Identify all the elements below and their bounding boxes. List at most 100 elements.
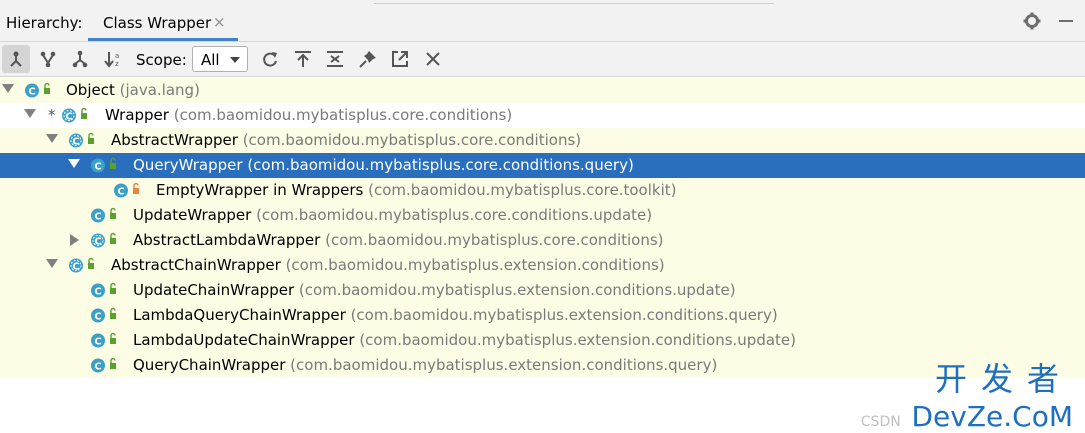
search-field-edge [374,0,774,4]
package-name: (com.baomidou.mybatisplus.extension.cond… [290,356,718,374]
expand-all-icon [327,51,343,67]
class-icon: C [91,157,116,173]
scope-value: All [201,51,220,69]
class-icon: C [91,307,116,323]
watermark-cn: 开发者 [934,360,1073,398]
minimize-icon[interactable] [1055,10,1077,32]
package-name: (com.baomidou.mybatisplus.core.condition… [173,106,513,124]
tree-row-update-wrapper[interactable]: C UpdateWrapper (com.baomidou.mybatisplu… [0,203,1085,228]
package-name: (com.baomidou.mybatisplus.core.condition… [247,156,634,174]
tree-row-wrapper[interactable]: * C Wrapper (com.baomidou.mybatisplus.co… [0,103,1085,128]
package-name: (com.baomidou.mybatisplus.core.condition… [256,206,653,224]
class-name: Object [66,81,115,99]
package-name: (com.baomidou.mybatisplus.core.condition… [242,131,582,149]
class-icon: C [91,207,116,223]
close-hierarchy-button[interactable] [419,45,447,73]
tab-title: Class Wrapper [103,14,212,32]
expand-toggle[interactable] [46,259,58,268]
abstract-class-icon: C [69,132,94,148]
subtypes-button[interactable] [66,45,94,73]
svg-text:C: C [94,162,101,173]
package-name: (com.baomidou.mybatisplus.core.toolkit) [368,181,677,199]
expand-all-button[interactable] [321,45,349,73]
package-name: (java.lang) [119,81,200,99]
package-name: (com.baomidou.mybatisplus.extension.cond… [285,256,665,274]
export-icon [392,51,408,67]
scope-select[interactable]: All [192,46,248,72]
expand-toggle[interactable] [68,159,80,168]
svg-text:C: C [28,87,35,98]
package-name: (com.baomidou.mybatisplus.core.condition… [325,231,664,249]
tree-row-query-wrapper[interactable]: C QueryWrapper (com.baomidou.mybatisplus… [0,153,1085,178]
current-class-marker: * [48,106,56,124]
abstract-class-icon: C [62,107,87,123]
open-in-new-button[interactable] [386,45,414,73]
expand-toggle[interactable] [46,134,58,143]
class-name: AbstractWrapper [111,131,238,149]
refresh-icon [263,52,277,67]
supertypes-button[interactable] [34,45,62,73]
hierarchy-header: Hierarchy: Class Wrapper × [0,0,1085,42]
subtypes-icon [72,50,88,68]
expand-toggle[interactable] [24,109,36,118]
class-name: UpdateChainWrapper [133,281,295,299]
svg-text:C: C [72,137,79,148]
class-name: AbstractChainWrapper [111,256,281,274]
tree-row-abstract-lambda-wrapper[interactable]: C AbstractLambdaWrapper (com.baomidou.my… [0,228,1085,253]
tab-close-icon[interactable]: × [213,13,226,31]
class-icon: C [25,82,50,98]
tree-row-abstract-chain-wrapper[interactable]: C AbstractChainWrapper (com.baomidou.myb… [0,253,1085,278]
svg-text:C: C [117,187,124,198]
class-name: LambdaUpdateChainWrapper [133,331,355,349]
tree-row-empty-wrapper[interactable]: C EmptyWrapper in Wrappers (com.baomidou… [0,178,1085,203]
tree-row-update-chain-wrapper[interactable]: C UpdateChainWrapper (com.baomidou.mybat… [0,278,1085,303]
svg-text:C: C [94,237,101,248]
gear-icon[interactable] [1021,10,1043,32]
svg-text:z: z [115,60,119,68]
svg-text:C: C [94,212,101,223]
tree-row-abstract-wrapper[interactable]: C AbstractWrapper (com.baomidou.mybatisp… [0,128,1085,153]
package-name: (com.baomidou.mybatisplus.extension.cond… [298,281,736,299]
class-name: EmptyWrapper in Wrappers [156,181,364,199]
svg-text:C: C [94,362,101,373]
tree-row-lambda-update-chain-wrapper[interactable]: C LambdaUpdateChainWrapper (com.baomidou… [0,328,1085,353]
base-on-this-class-button[interactable] [289,45,317,73]
tree-row-query-chain-wrapper[interactable]: C QueryChainWrapper (com.baomidou.mybati… [0,353,1085,378]
expand-toggle[interactable] [70,234,79,246]
sort-alphabetically-button[interactable]: az [100,45,128,73]
chevron-down-icon [230,57,240,63]
svg-text:C: C [94,312,101,323]
class-name: QueryChainWrapper [133,356,286,374]
type-hierarchy-button[interactable] [2,45,30,73]
expand-toggle[interactable] [2,84,14,93]
watermark: 开发者 CSDN DevZe.CoM [861,360,1073,433]
svg-text:a: a [115,52,119,60]
hierarchy-label: Hierarchy: [6,14,83,32]
class-name: LambdaQueryChainWrapper [133,306,346,324]
tree-row-object[interactable]: C Object (java.lang) [0,78,1085,103]
abstract-class-icon: C [69,257,94,273]
sort-az-icon: az [104,52,119,68]
tab-class-wrapper[interactable]: Class Wrapper × [88,0,238,41]
package-name: (com.baomidou.mybatisplus.extension.cond… [359,331,796,349]
close-icon [426,52,440,66]
type-hierarchy-icon [10,51,22,67]
hierarchy-toolbar: az Scope: All [0,42,1085,77]
class-name: UpdateWrapper [133,206,252,224]
scope-label: Scope: [136,51,187,69]
package-name: (com.baomidou.mybatisplus.extension.cond… [350,306,778,324]
private-inner-class-icon: C [114,182,139,198]
pin-icon [359,51,376,68]
watermark-en: DevZe.CoM [911,400,1073,433]
watermark-csdn: CSDN [860,414,901,430]
pin-button[interactable] [354,45,382,73]
class-icon: C [91,282,116,298]
svg-text:C: C [65,112,72,123]
class-name: AbstractLambdaWrapper [133,231,321,249]
refresh-button[interactable] [256,45,284,73]
svg-text:C: C [94,337,101,348]
abstract-class-icon: C [91,232,116,248]
base-class-icon [295,51,311,67]
tree-row-lambda-query-chain-wrapper[interactable]: C LambdaQueryChainWrapper (com.baomidou.… [0,303,1085,328]
class-name: Wrapper [105,106,169,124]
